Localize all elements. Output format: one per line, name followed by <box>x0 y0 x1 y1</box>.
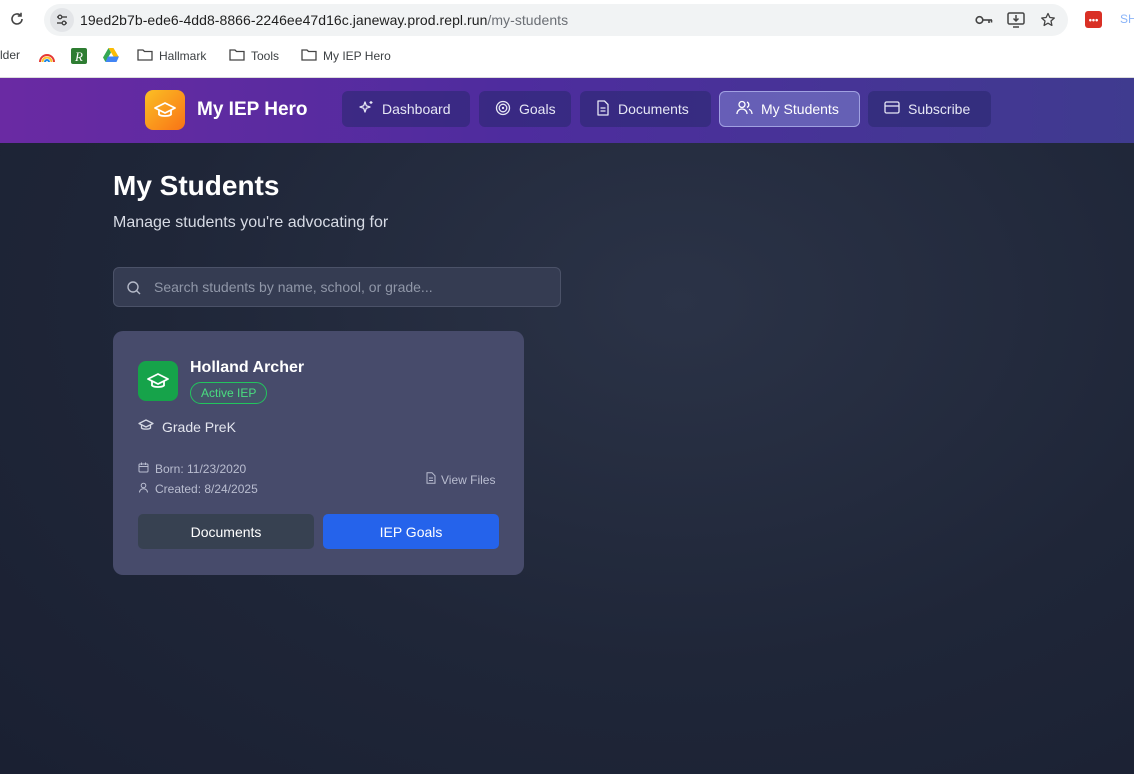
file-icon <box>426 472 436 487</box>
nav-goals[interactable]: Goals <box>479 91 571 127</box>
nav-dashboard[interactable]: Dashboard <box>342 91 470 127</box>
nav-documents[interactable]: Documents <box>580 91 711 127</box>
bookmark-star-icon[interactable] <box>1038 10 1058 30</box>
search-input[interactable] <box>154 268 554 306</box>
users-icon <box>736 100 753 118</box>
search-box[interactable] <box>113 267 561 307</box>
status-badge: Active IEP <box>190 382 268 404</box>
documents-button[interactable]: Documents <box>138 514 314 549</box>
nav-label: Documents <box>618 101 689 117</box>
svg-text:R: R <box>74 49 83 64</box>
sparkle-icon <box>358 100 374 119</box>
bookmark-rainbow[interactable] <box>38 48 56 67</box>
profile-label[interactable]: SH <box>1120 12 1134 26</box>
target-icon <box>495 100 511 119</box>
logo-graduation-cap-icon[interactable] <box>145 90 185 130</box>
nav-label: Goals <box>519 101 556 117</box>
created-date: Created: 8/24/2025 <box>138 482 258 496</box>
nav-my-students[interactable]: My Students <box>719 91 860 127</box>
graduation-cap-icon <box>138 419 154 435</box>
bookmark-label: Tools <box>251 49 280 63</box>
view-files-link[interactable]: View Files <box>426 472 495 487</box>
bookmark-lder[interactable]: lder <box>0 48 20 62</box>
url-path: /my-students <box>487 12 569 28</box>
folder-icon <box>301 48 317 64</box>
extension-icon[interactable]: ••• <box>1085 11 1102 28</box>
credit-card-icon <box>884 101 900 117</box>
url-host: 19ed2b7b-ede6-4dd8-8866-2246ee47d16c.jan… <box>80 12 488 28</box>
user-icon <box>138 482 149 496</box>
bookmark-label: Hallmark <box>159 49 207 63</box>
nav-label: Subscribe <box>908 101 971 117</box>
nav-label: Dashboard <box>382 101 451 117</box>
address-bar[interactable]: 19ed2b7b-ede6-4dd8-8866-2246ee47d16c.jan… <box>44 4 1068 36</box>
bookmark-hallmark[interactable]: Hallmark <box>137 48 206 64</box>
install-app-icon[interactable] <box>1006 10 1026 30</box>
app-header: My IEP Hero Dashboard Goals Documents My… <box>0 78 1134 143</box>
born-date: Born: 11/23/2020 <box>138 462 246 476</box>
address-bar-actions <box>974 10 1058 30</box>
folder-icon <box>137 48 153 64</box>
bookmark-label: lder <box>0 48 21 62</box>
browser-chrome: 19ed2b7b-ede6-4dd8-8866-2246ee47d16c.jan… <box>0 0 1134 78</box>
bookmark-google-drive[interactable] <box>103 48 119 65</box>
nav-label: My Students <box>761 101 839 117</box>
student-name: Holland Archer <box>190 359 305 376</box>
google-drive-icon <box>103 48 119 65</box>
page-subtitle: Manage students you're advocating for <box>113 214 389 231</box>
bookmark-label: My IEP Hero <box>323 49 391 63</box>
rainbow-icon <box>38 48 56 67</box>
view-files-label: View Files <box>441 472 496 487</box>
student-graduation-cap-icon <box>138 361 178 401</box>
student-card[interactable]: Holland Archer Active IEP Grade PreK Bor… <box>113 331 524 575</box>
reload-icon[interactable] <box>8 10 26 28</box>
search-icon <box>126 280 142 301</box>
student-grade: Grade PreK <box>138 419 236 435</box>
nav-subscribe[interactable]: Subscribe <box>868 91 991 127</box>
created-text: Created: 8/24/2025 <box>155 482 258 496</box>
bookmark-tools[interactable]: Tools <box>229 48 279 64</box>
calendar-icon <box>138 462 149 476</box>
site-settings-icon[interactable] <box>50 8 74 32</box>
bookmark-my-iep-hero[interactable]: My IEP Hero <box>301 48 391 64</box>
page-title: My Students <box>113 170 280 201</box>
url-text[interactable]: 19ed2b7b-ede6-4dd8-8866-2246ee47d16c.jan… <box>80 12 568 28</box>
password-key-icon[interactable] <box>974 10 994 30</box>
folder-icon <box>229 48 245 64</box>
document-icon <box>596 99 610 119</box>
bookmark-r-logo[interactable]: R <box>71 48 87 67</box>
born-text: Born: 11/23/2020 <box>155 462 247 476</box>
r-logo-icon: R <box>71 48 87 67</box>
iep-goals-button[interactable]: IEP Goals <box>323 514 499 549</box>
brand-name[interactable]: My IEP Hero <box>197 99 308 121</box>
grade-text: Grade PreK <box>162 419 236 435</box>
